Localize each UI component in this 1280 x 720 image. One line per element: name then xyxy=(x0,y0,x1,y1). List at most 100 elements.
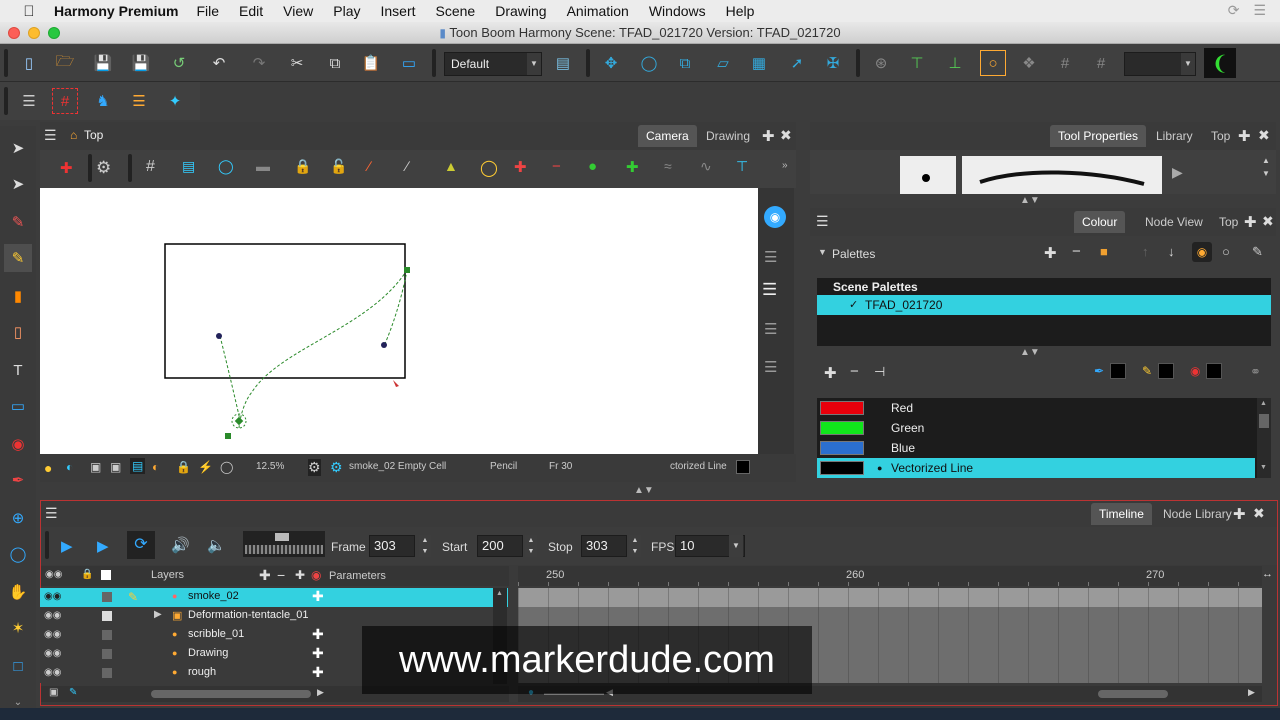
panel-menu-icon[interactable]: ☰ xyxy=(816,213,830,230)
grid-icon[interactable]: # xyxy=(52,88,78,114)
layer-row-smoke-02[interactable]: ◉◉ ✎ ● smoke_02 ✚ xyxy=(40,588,508,607)
toolbar-grip[interactable] xyxy=(88,154,92,182)
show-all-icon[interactable]: ◉◉ xyxy=(45,569,62,580)
add-keyframe-icon[interactable]: ✚ xyxy=(514,158,527,176)
toolbar-grip[interactable] xyxy=(586,49,590,77)
add-icon[interactable]: ✚ xyxy=(312,588,324,605)
visibility-icon[interactable]: ◉◉ xyxy=(44,610,61,621)
colour-row-red[interactable]: Red xyxy=(817,398,1255,418)
library-icon[interactable]: ▭ xyxy=(396,50,422,76)
3d-rotate-icon[interactable]: ✠ xyxy=(820,50,846,76)
layers-down-icon[interactable]: ☰ xyxy=(764,320,777,338)
rigging-icon[interactable]: ⊛ xyxy=(868,50,894,76)
toolbar-overflow-icon[interactable]: » xyxy=(782,160,788,171)
layer-row-deformation[interactable]: ◉◉ ▶ ▣ Deformation-tentacle_01 xyxy=(40,607,508,626)
deformation-select[interactable]: ▼ xyxy=(1124,52,1196,76)
tab-colour[interactable]: Colour xyxy=(1074,211,1126,233)
curve-deform-icon[interactable]: # xyxy=(1088,50,1114,76)
lock-icon[interactable]: 🔒 xyxy=(294,158,311,175)
mask-icon[interactable]: ▲ xyxy=(444,158,458,174)
camera-viewport[interactable] xyxy=(40,188,758,454)
menu-animation[interactable]: Animation xyxy=(567,3,629,19)
toolbar-grip[interactable] xyxy=(432,49,436,77)
zoom-window-button[interactable] xyxy=(48,27,60,39)
add-frame-icon[interactable]: ✚ xyxy=(626,158,639,176)
toolbar-grip[interactable] xyxy=(45,531,49,559)
pivot-tool-icon[interactable]: ⊕ xyxy=(4,504,32,532)
workspace-manager-icon[interactable]: ▤ xyxy=(550,50,576,76)
menu-windows[interactable]: Windows xyxy=(649,3,706,19)
close-icon[interactable]: ✖ xyxy=(1262,213,1274,230)
add-tab-icon[interactable]: ✚ xyxy=(1244,213,1257,231)
sound-icon[interactable]: 🔊 xyxy=(171,536,190,554)
colour-swatch[interactable] xyxy=(102,649,112,659)
preset-dot[interactable] xyxy=(900,156,956,194)
layer-name-cell[interactable]: ● smoke_02 xyxy=(148,588,316,607)
palette-icon[interactable]: ◉ xyxy=(1192,242,1212,262)
add-tab-icon[interactable]: ✚ xyxy=(1238,127,1251,145)
bezier-icon[interactable]: ∿ xyxy=(700,158,712,175)
bone-icon[interactable]: ⊥ xyxy=(942,50,968,76)
add-layer-icon[interactable]: ✚ xyxy=(259,567,271,584)
pencil-icon[interactable]: ✎ xyxy=(1142,364,1152,378)
brush-tool-icon[interactable]: ✎ xyxy=(4,208,32,236)
home-icon[interactable]: ⌂ xyxy=(70,128,77,142)
panel-splitter-icon[interactable]: ▲▼ xyxy=(1020,195,1040,206)
menu-file[interactable]: File xyxy=(196,3,219,19)
reference-icon[interactable]: ☰ xyxy=(126,88,152,114)
expand-timeline-icon[interactable]: ↔ xyxy=(1262,568,1273,580)
toolbar-grip[interactable] xyxy=(856,49,860,77)
scrollbar-thumb[interactable] xyxy=(1259,414,1269,428)
colour-swatch[interactable] xyxy=(102,668,112,678)
paint-bucket-icon[interactable]: ◉ xyxy=(4,430,32,458)
panel-splitter-icon[interactable]: ▲▼ xyxy=(1020,347,1040,358)
stamp-tool-icon[interactable]: ▮ xyxy=(4,282,32,310)
maintain-size-icon[interactable]: ▦ xyxy=(746,50,772,76)
close-icon[interactable]: ✖ xyxy=(780,127,792,144)
control-point[interactable] xyxy=(216,333,222,339)
menu-help[interactable]: Help xyxy=(726,3,755,19)
palette-options-icon[interactable]: ✎ xyxy=(1252,244,1263,260)
colour-row-green[interactable]: Green xyxy=(817,418,1255,438)
colour-list-scrollbar[interactable]: ▲ ▼ xyxy=(1257,398,1271,478)
save-as-icon[interactable]: 💾 xyxy=(128,50,154,76)
dropper-tool-icon[interactable]: ✒ xyxy=(4,466,32,494)
tab-top[interactable]: Top xyxy=(1211,211,1246,233)
collapse-arrow-icon[interactable]: ▼ xyxy=(818,247,827,257)
onion-skin-icon[interactable]: ◯ xyxy=(218,158,234,175)
scroll-right-icon[interactable]: ▶ xyxy=(1248,687,1255,698)
text-tool-icon[interactable]: T xyxy=(4,356,32,384)
paint-colour-swatch[interactable] xyxy=(1206,363,1222,379)
move-down-icon[interactable]: ↓ xyxy=(1168,244,1175,259)
bw-icon[interactable]: ◐ xyxy=(66,460,73,474)
fps-dropdown[interactable]: ▼ xyxy=(729,535,743,557)
layers-hscrollbar[interactable] xyxy=(151,690,311,698)
transform-icon[interactable]: ✥ xyxy=(598,50,624,76)
add-icon[interactable]: ✚ xyxy=(312,645,324,662)
toolbar-grip[interactable] xyxy=(128,154,132,182)
app-menu[interactable]: Harmony Premium xyxy=(54,3,178,19)
menu-scene[interactable]: Scene xyxy=(436,3,476,19)
deform-icon[interactable]: ❖ xyxy=(1016,50,1042,76)
tab-node-library[interactable]: Node Library xyxy=(1155,503,1240,525)
add-tab-icon[interactable]: ✚ xyxy=(1233,505,1246,523)
play-scene-icon[interactable]: ▶ xyxy=(97,537,109,555)
palette-row[interactable]: ✓ TFAD_021720 xyxy=(817,295,1271,315)
visibility-icon[interactable]: ◉◉ xyxy=(44,667,61,678)
tab-tool-properties[interactable]: Tool Properties xyxy=(1050,125,1147,147)
save-icon[interactable]: 💾 xyxy=(90,50,116,76)
rectangle-tool-icon[interactable]: ▭ xyxy=(4,392,32,420)
open-folder-icon[interactable]: 🗁 xyxy=(52,50,78,76)
paint-icon[interactable]: ◉ xyxy=(1190,364,1200,378)
minimize-window-button[interactable] xyxy=(28,27,40,39)
remove-colour-icon[interactable]: − xyxy=(850,363,859,380)
lightbulb-icon[interactable]: ● xyxy=(44,460,52,476)
colour-swatch[interactable] xyxy=(102,630,112,640)
add-peg-layer-icon[interactable]: ◉ xyxy=(311,568,321,582)
stop-spinner[interactable]: ▲ ▼ xyxy=(629,535,641,557)
scroll-up-icon[interactable]: ▲ xyxy=(496,590,503,597)
layers-up-icon[interactable]: ☰ xyxy=(764,248,777,266)
add-palette-icon[interactable]: ✚ xyxy=(1044,244,1057,262)
tab-library[interactable]: Library xyxy=(1148,125,1201,147)
scroll-arrows-icon[interactable]: ▲ ▼ xyxy=(1262,154,1270,180)
